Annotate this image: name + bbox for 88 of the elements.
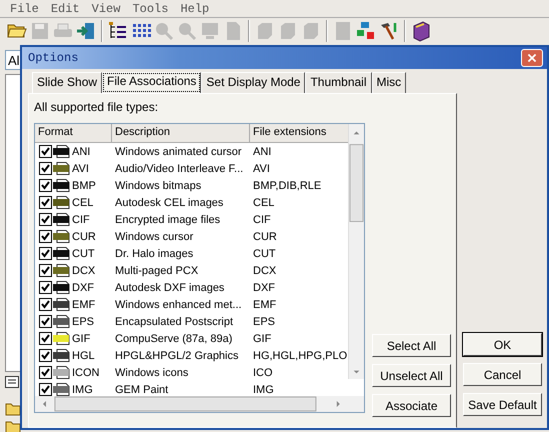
checkbox[interactable]: [39, 383, 52, 396]
checkbox[interactable]: [39, 145, 52, 158]
table-cell: CEL: [72, 196, 94, 208]
table-cell-text: DXF: [252, 282, 276, 294]
folder-icon[interactable]: [5, 402, 21, 416]
table-cell-text: CEL: [252, 196, 276, 208]
table-cell-text: GIF: [252, 332, 272, 344]
table-cell-text: CompuServe (87a, 89a): [114, 332, 234, 344]
table-cell-text: Windows cursor: [114, 230, 194, 242]
table-cell-text: DCX: [252, 264, 278, 276]
table-cell-text: Windows animated cursor: [114, 146, 243, 158]
table-cell: CIF: [72, 214, 90, 226]
table-cell: IMG: [72, 384, 93, 396]
table-cell-text: Dr. Halo images: [114, 248, 194, 260]
checkbox[interactable]: [39, 349, 52, 362]
menu-item[interactable]: View: [86, 2, 126, 16]
table-cell-text: CUR: [252, 230, 278, 242]
tab[interactable]: Set Display Mode: [201, 72, 306, 93]
checkbox[interactable]: [39, 366, 52, 379]
scrollbar-corner: [348, 396, 364, 412]
table-cell: AVI: [72, 162, 89, 174]
list-label: All supported file types:: [34, 100, 160, 114]
table-cell-text: Windows enhanced met...: [114, 298, 243, 310]
table-cell: ANI: [72, 146, 90, 158]
menu-item[interactable]: Tools: [126, 2, 174, 16]
table-cell: DCX: [72, 264, 96, 276]
menu-item[interactable]: Help: [174, 2, 216, 16]
table-cell: EPS: [72, 316, 94, 328]
exit-door-icon[interactable]: [75, 20, 97, 42]
tab[interactable]: File Associations: [102, 72, 202, 93]
checkbox[interactable]: [39, 213, 52, 226]
table-cell-text: IMG: [252, 384, 275, 396]
checkbox[interactable]: [39, 264, 52, 277]
table-cell-text: ICO: [252, 366, 274, 378]
close-icon[interactable]: [521, 49, 543, 67]
table-cell: CUT: [72, 248, 95, 260]
tab[interactable]: Slide Show: [32, 72, 102, 93]
table-cell-text: ANI: [252, 146, 272, 158]
checkbox[interactable]: [39, 298, 52, 311]
checkbox[interactable]: [39, 315, 52, 328]
table-cell-text: CUT: [252, 248, 277, 260]
table-cell-text: Multi-paged PCX: [114, 264, 200, 276]
vertical-scrollbar[interactable]: [348, 124, 364, 379]
dialog-button[interactable]: OK: [463, 333, 542, 356]
menu-item[interactable]: Edit: [44, 2, 86, 16]
table-cell-text: Autodesk CEL images: [114, 196, 224, 208]
table-cell: CUR: [72, 230, 96, 242]
checkbox[interactable]: [39, 230, 52, 243]
tab[interactable]: Misc: [372, 72, 406, 93]
table-cell-text: GEM Paint: [114, 384, 170, 396]
table-cell-text: EPS: [252, 316, 276, 328]
checkbox[interactable]: [39, 196, 52, 209]
window-title: Options: [28, 51, 78, 65]
table-cell-text: Encrypted image files: [114, 214, 222, 226]
checkbox[interactable]: [39, 179, 52, 192]
folder-icon[interactable]: [5, 420, 21, 432]
table-cell-text: BMP,DIB,RLE: [252, 180, 322, 192]
list-action-button[interactable]: Select All: [372, 334, 451, 357]
table-cell-text: HG,HGL,HPG,PLO,: [252, 350, 348, 362]
table-cell-text: CIF: [252, 214, 272, 226]
list-action-button[interactable]: Unselect All: [372, 364, 451, 387]
dialog-button[interactable]: Cancel: [463, 363, 542, 386]
column-header[interactable]: Format: [35, 124, 112, 142]
list-action-button[interactable]: Associate: [372, 394, 451, 417]
column-header[interactable]: Description: [112, 124, 250, 142]
table-cell-text: Windows bitmaps: [114, 180, 202, 192]
tab[interactable]: Thumbnail: [305, 72, 372, 93]
table-cell: DXF: [72, 282, 94, 294]
table-cell-text: Windows icons: [114, 366, 190, 378]
table-cell: EMF: [72, 298, 96, 310]
table-cell-text: EMF: [252, 298, 278, 310]
checkbox[interactable]: [39, 247, 52, 260]
shapes-icon[interactable]: [355, 20, 377, 42]
menu-item[interactable]: File: [4, 2, 45, 16]
table-cell: ICON: [72, 366, 100, 378]
checkbox[interactable]: [39, 332, 52, 345]
table-cell: BMP: [72, 180, 96, 192]
table-cell-text: Encapsulated Postscript: [114, 316, 234, 328]
table-cell-text: HPGL&HPGL/2 Graphics: [114, 350, 240, 362]
list-icon[interactable]: [5, 376, 19, 388]
dialog-button[interactable]: Save Default: [463, 393, 542, 416]
table-cell: HGL: [72, 350, 95, 362]
table-cell: GIF: [72, 332, 90, 344]
table-cell-text: Autodesk DXF images: [114, 282, 226, 294]
checkbox[interactable]: [39, 162, 52, 175]
checkbox[interactable]: [39, 281, 52, 294]
table-cell-text: Audio/Video Interleave F...: [114, 162, 244, 174]
table-cell-text: AVI: [252, 162, 271, 174]
